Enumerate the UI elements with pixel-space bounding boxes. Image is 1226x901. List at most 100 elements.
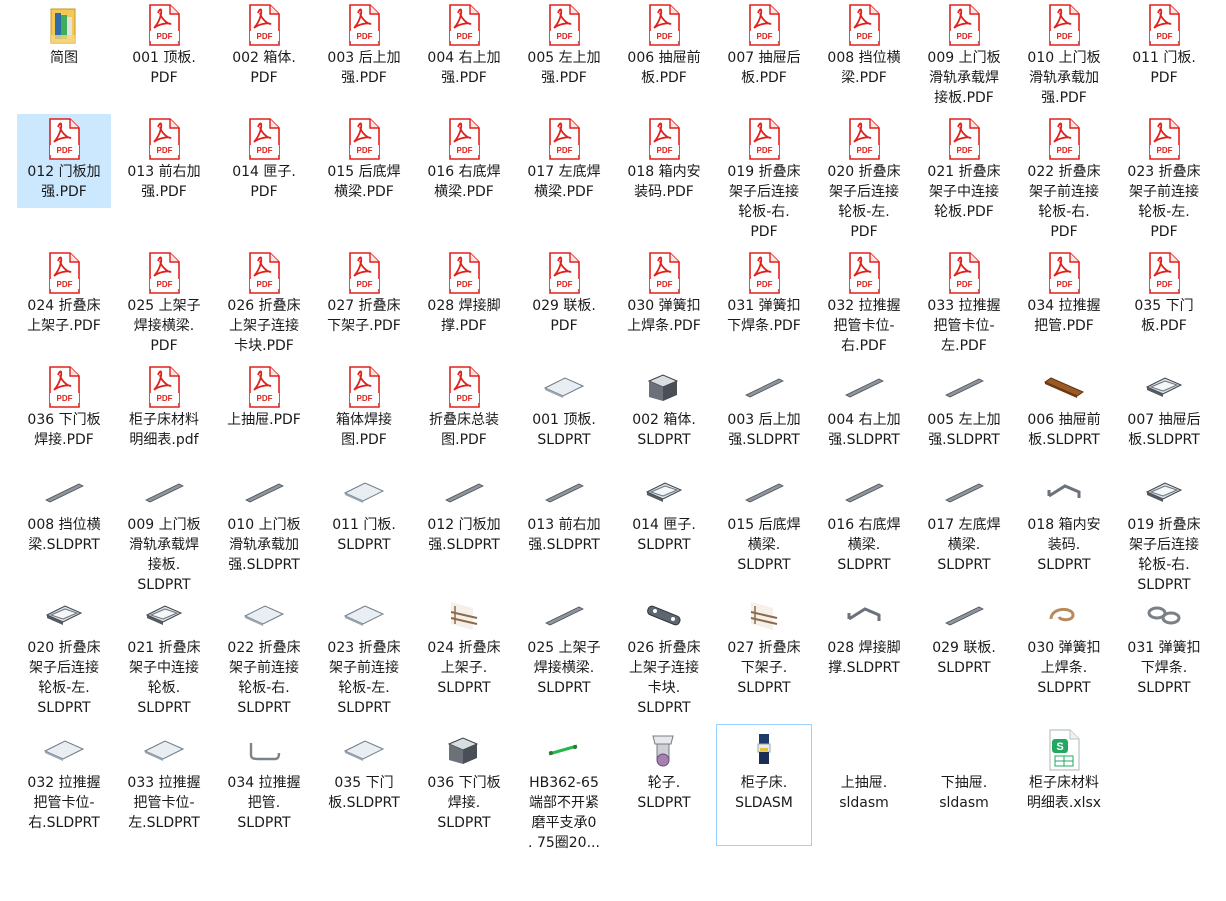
file-name: 009 上门板 滑轨承载焊 接板.PDF xyxy=(927,50,1001,106)
file-item[interactable]: PDF 015 后底焊 横梁.PDF xyxy=(317,114,411,208)
file-item[interactable]: 柜子床. SLDASM xyxy=(716,724,812,846)
file-item[interactable]: 027 折叠床 下架子. SLDPRT xyxy=(717,590,811,706)
file-name: 024 折叠床 上架子. SLDPRT xyxy=(427,640,501,696)
file-name: 021 折叠床 架子中连接 轮板.PDF xyxy=(927,164,1001,220)
file-item[interactable]: 023 折叠床 架子前连接 轮板-左. SLDPRT xyxy=(317,590,411,716)
file-item[interactable]: 010 上门板 滑轨承载加 强.SLDPRT xyxy=(217,467,311,579)
file-item[interactable]: PDF 017 左底焊 横梁.PDF xyxy=(517,114,611,208)
file-item[interactable]: PDF 025 上架子 焊接横梁. PDF xyxy=(117,248,211,358)
file-item[interactable]: HB362-65 端部不开紧 磨平支承0 . 75圈20... xyxy=(517,725,611,851)
file-item[interactable]: PDF 010 上门板 滑轨承载加 强.PDF xyxy=(1017,0,1111,106)
file-item[interactable]: 017 左底焊 横梁. SLDPRT xyxy=(917,467,1011,579)
file-item[interactable]: PDF 005 左上加 强.PDF xyxy=(517,0,611,100)
file-item[interactable]: PDF 021 折叠床 架子中连接 轮板.PDF xyxy=(917,114,1011,220)
file-item[interactable]: 007 抽屉后 板.SLDPRT xyxy=(1117,362,1211,448)
file-item[interactable]: 轮子. SLDPRT xyxy=(617,725,711,845)
file-item[interactable]: 012 门板加 强.SLDPRT xyxy=(417,467,511,579)
file-item[interactable]: 030 弹簧扣 上焊条. SLDPRT xyxy=(1017,590,1111,706)
file-item[interactable]: PDF 002 箱体. PDF xyxy=(217,0,311,100)
svg-text:PDF: PDF xyxy=(857,280,873,289)
file-item[interactable]: 026 折叠床 上架子连接 卡块. SLDPRT xyxy=(617,590,711,716)
file-item[interactable]: 020 折叠床 架子后连接 轮板-左. SLDPRT xyxy=(17,590,111,716)
file-item[interactable]: 001 顶板. SLDPRT xyxy=(517,362,611,448)
file-item[interactable]: 029 联板. SLDPRT xyxy=(917,590,1011,706)
file-item[interactable]: 011 门板. SLDPRT xyxy=(317,467,411,579)
file-item[interactable]: 021 折叠床 架子中连接 轮板. SLDPRT xyxy=(117,590,211,716)
file-item[interactable]: 031 弹簧扣 下焊条. SLDPRT xyxy=(1117,590,1211,706)
file-item[interactable]: PDF 016 右底焊 横梁.PDF xyxy=(417,114,511,208)
file-item[interactable]: 022 折叠床 架子前连接 轮板-右. SLDPRT xyxy=(217,590,311,716)
file-item[interactable]: PDF 013 前右加 强.PDF xyxy=(117,114,211,208)
svg-text:PDF: PDF xyxy=(857,32,873,41)
file-item[interactable]: PDF 028 焊接脚 撑.PDF xyxy=(417,248,511,358)
file-item[interactable]: PDF 034 拉推握 把管.PDF xyxy=(1017,248,1111,358)
file-name: 简图 xyxy=(50,50,78,66)
file-item[interactable]: PDF 012 门板加 强.PDF xyxy=(17,114,111,208)
file-item[interactable]: 034 拉推握 把管. SLDPRT xyxy=(217,725,311,845)
file-item[interactable]: PDF 折叠床总装 图.PDF xyxy=(417,362,511,448)
file-item[interactable]: 033 拉推握 把管卡位- 左.SLDPRT xyxy=(117,725,211,845)
file-item[interactable]: PDF 柜子床材料 明细表.pdf xyxy=(117,362,211,448)
file-item[interactable]: PDF 029 联板. PDF xyxy=(517,248,611,358)
file-item[interactable]: PDF 009 上门板 滑轨承载焊 接板.PDF xyxy=(917,0,1011,106)
file-item[interactable]: PDF 026 折叠床 上架子连接 卡块.PDF xyxy=(217,248,311,358)
file-name: 柜子床材料 明细表.xlsx xyxy=(1026,775,1102,811)
file-item[interactable]: PDF 033 拉推握 把管卡位- 左.PDF xyxy=(917,248,1011,358)
svg-text:S: S xyxy=(1056,741,1063,753)
file-item[interactable]: PDF 031 弹簧扣 下焊条.PDF xyxy=(717,248,811,358)
file-item[interactable]: PDF 014 匣子. PDF xyxy=(217,114,311,208)
file-item[interactable]: 简图 xyxy=(17,0,111,100)
file-item[interactable]: PDF 011 门板. PDF xyxy=(1117,0,1211,100)
file-item[interactable]: PDF 023 折叠床 架子前连接 轮板-左. PDF xyxy=(1117,114,1211,240)
file-item[interactable]: PDF 箱体焊接 图.PDF xyxy=(317,362,411,448)
file-item[interactable]: 035 下门 板.SLDPRT xyxy=(317,725,411,845)
file-item[interactable]: PDF 018 箱内安 装码.PDF xyxy=(617,114,711,208)
file-item[interactable]: PDF 036 下门板 焊接.PDF xyxy=(17,362,111,448)
file-item[interactable]: PDF 001 顶板. PDF xyxy=(117,0,211,100)
file-item[interactable]: 003 后上加 强.SLDPRT xyxy=(717,362,811,448)
file-item[interactable]: 024 折叠床 上架子. SLDPRT xyxy=(417,590,511,706)
file-item[interactable]: PDF 007 抽屉后 板.PDF xyxy=(717,0,811,100)
file-item[interactable]: PDF 003 后上加 强.PDF xyxy=(317,0,411,100)
file-item[interactable]: PDF 024 折叠床 上架子.PDF xyxy=(17,248,111,358)
file-item[interactable]: PDF 004 右上加 强.PDF xyxy=(417,0,511,100)
file-item[interactable]: 032 拉推握 把管卡位- 右.SLDPRT xyxy=(17,725,111,845)
pdf-icon: PDF xyxy=(443,252,485,294)
file-item[interactable]: PDF 008 挡位横 梁.PDF xyxy=(817,0,911,100)
file-item[interactable]: PDF 019 折叠床 架子后连接 轮板-右. PDF xyxy=(717,114,811,240)
file-item[interactable]: 009 上门板 滑轨承载焊 接板. SLDPRT xyxy=(117,467,211,593)
file-name: 035 下门 板.SLDPRT xyxy=(328,775,400,811)
file-name: 003 后上加 强.PDF xyxy=(327,50,401,86)
file-item[interactable]: 018 箱内安 装码. SLDPRT xyxy=(1017,467,1111,579)
file-item[interactable]: 016 右底焊 横梁. SLDPRT xyxy=(817,467,911,579)
file-item[interactable]: PDF 022 折叠床 架子前连接 轮板-右. PDF xyxy=(1017,114,1111,240)
file-name: 002 箱体. PDF xyxy=(232,50,296,86)
file-item[interactable]: 019 折叠床 架子后连接 轮板-右. SLDPRT xyxy=(1117,467,1211,593)
file-name: 029 联板. PDF xyxy=(532,298,596,334)
file-item[interactable]: 004 右上加 强.SLDPRT xyxy=(817,362,911,448)
file-item[interactable]: 上抽屉. sldasm xyxy=(817,725,911,845)
file-item[interactable]: 下抽屉. sldasm xyxy=(917,725,1011,845)
file-item[interactable]: 025 上架子 焊接横梁. SLDPRT xyxy=(517,590,611,706)
file-item[interactable]: PDF 035 下门 板.PDF xyxy=(1117,248,1211,358)
file-item[interactable]: 006 抽屉前 板.SLDPRT xyxy=(1017,362,1111,448)
file-item[interactable]: PDF 006 抽屉前 板.PDF xyxy=(617,0,711,100)
file-item[interactable]: 005 左上加 强.SLDPRT xyxy=(917,362,1011,448)
file-item[interactable]: S 柜子床材料 明细表.xlsx xyxy=(1017,725,1111,845)
pdf-icon: PDF xyxy=(1143,252,1185,294)
file-item[interactable]: 014 匣子. SLDPRT xyxy=(617,467,711,579)
file-name: 007 抽屉后 板.PDF xyxy=(727,50,801,86)
file-item[interactable]: 002 箱体. SLDPRT xyxy=(617,362,711,448)
file-item[interactable]: 008 挡位横 梁.SLDPRT xyxy=(17,467,111,579)
file-item[interactable]: PDF 030 弹簧扣 上焊条.PDF xyxy=(617,248,711,358)
file-item[interactable]: PDF 027 折叠床 下架子.PDF xyxy=(317,248,411,358)
file-item[interactable]: 013 前右加 强.SLDPRT xyxy=(517,467,611,579)
file-item[interactable]: 015 后底焊 横梁. SLDPRT xyxy=(717,467,811,579)
file-item[interactable]: PDF 020 折叠床 架子后连接 轮板-左. PDF xyxy=(817,114,911,240)
file-item[interactable]: 036 下门板 焊接. SLDPRT xyxy=(417,725,511,845)
file-item[interactable]: PDF 上抽屉.PDF xyxy=(217,362,311,444)
file-item[interactable]: 028 焊接脚 撑.SLDPRT xyxy=(817,590,911,706)
tray-icon xyxy=(1143,471,1185,513)
bar-icon xyxy=(743,366,785,408)
file-item[interactable]: PDF 032 拉推握 把管卡位- 右.PDF xyxy=(817,248,911,358)
